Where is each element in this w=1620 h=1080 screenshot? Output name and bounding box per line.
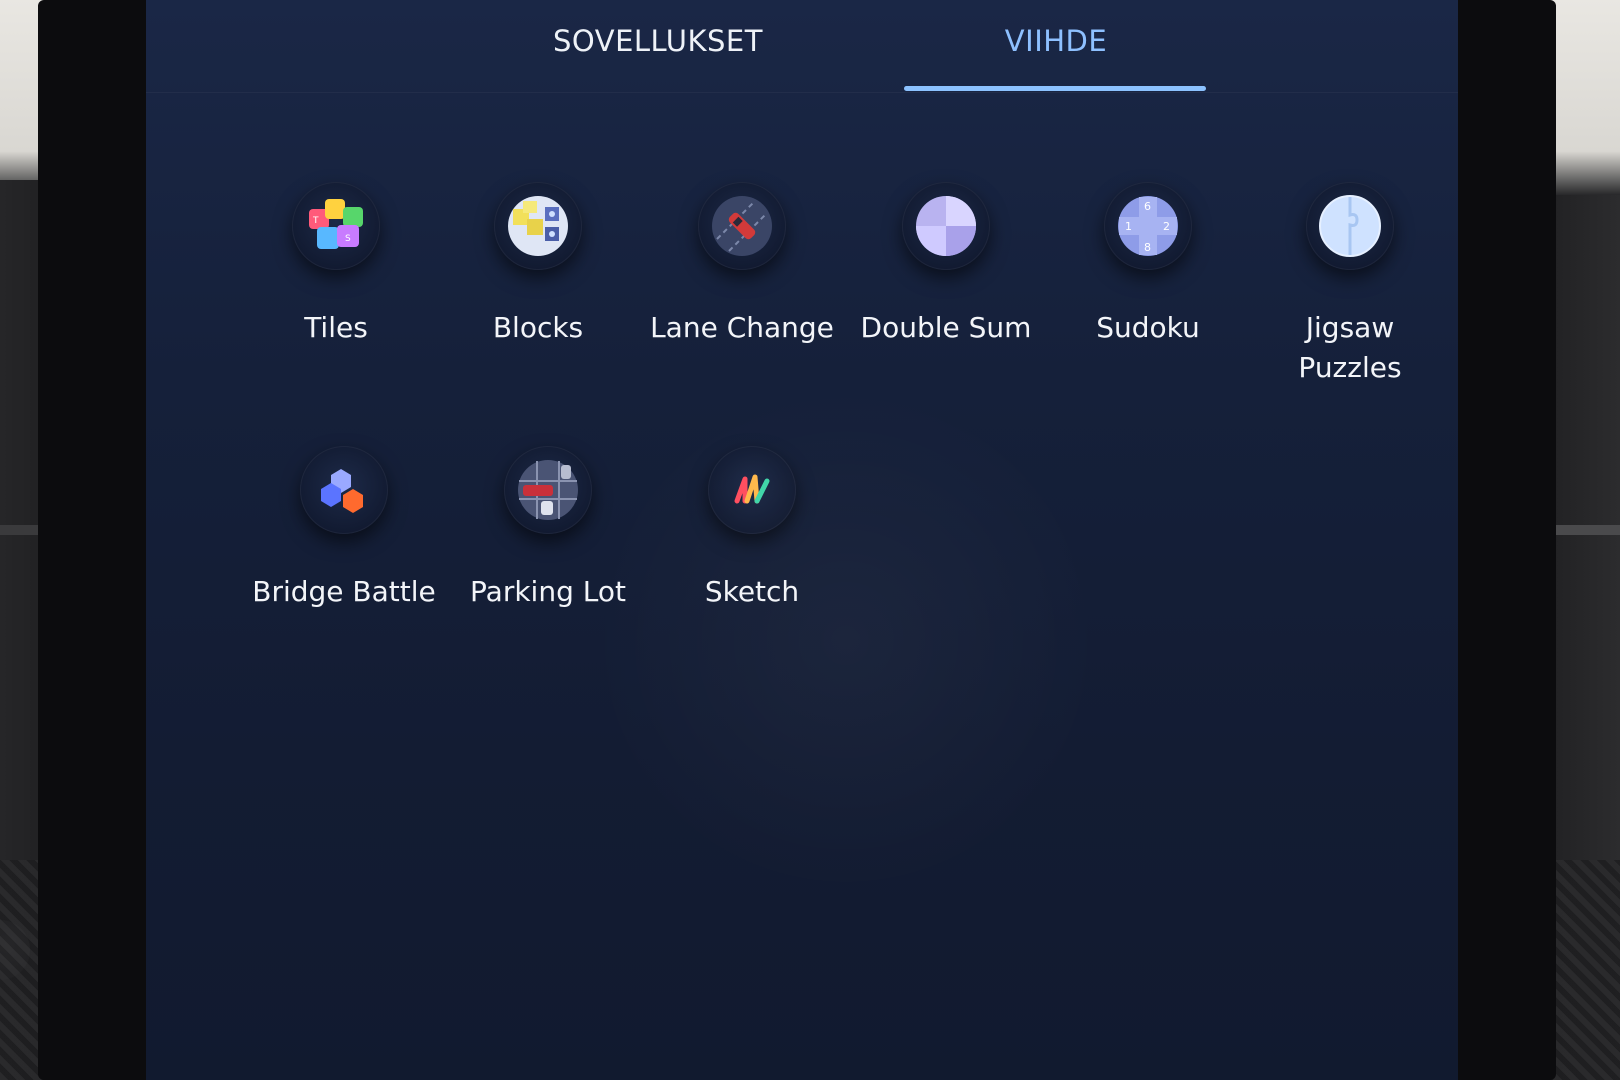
sudoku-digit: 6 [1144, 200, 1151, 213]
app-bridge-battle[interactable]: Bridge Battle [244, 446, 444, 612]
app-label: Tiles [304, 311, 368, 344]
svg-text:T: T [312, 216, 319, 226]
lane-change-icon [698, 182, 786, 270]
app-label: Sketch [704, 575, 800, 608]
app-blocks[interactable]: Blocks [438, 182, 638, 348]
jigsaw-icon [1306, 182, 1394, 270]
sudoku-digit: 8 [1144, 241, 1151, 254]
car-interior: SOVELLUKSET VIIHDE T S Tiles Blocks Lane… [0, 0, 1620, 1080]
app-label: Jigsaw Puzzles [1298, 311, 1402, 384]
app-label: Bridge Battle [252, 575, 436, 608]
tab-bar: SOVELLUKSET VIIHDE [146, 0, 1458, 93]
active-tab-indicator [904, 86, 1206, 91]
app-lane-change[interactable]: Lane Change [642, 182, 842, 348]
app-parking-lot[interactable]: Parking Lot [448, 446, 648, 612]
infotainment-screen: SOVELLUKSET VIIHDE T S Tiles Blocks Lane… [146, 0, 1458, 1080]
app-label: Lane Change [650, 311, 834, 344]
sudoku-digit: 1 [1125, 220, 1132, 233]
app-label: Parking Lot [470, 575, 626, 608]
sudoku-icon: 6 1 2 8 [1104, 182, 1192, 270]
double-sum-icon [902, 182, 990, 270]
app-tiles[interactable]: T S Tiles [236, 182, 436, 348]
tab-entertainment[interactable]: VIIHDE [906, 24, 1206, 68]
svg-text:S: S [345, 234, 351, 244]
bridge-battle-icon [300, 446, 388, 534]
tiles-icon: T S [292, 182, 380, 270]
parking-lot-icon [504, 446, 592, 534]
app-sketch[interactable]: Sketch [652, 446, 852, 612]
screen-bezel: SOVELLUKSET VIIHDE T S Tiles Blocks Lane… [38, 0, 1556, 1080]
app-sudoku[interactable]: 6 1 2 8 Sudoku [1048, 182, 1248, 348]
blocks-icon [494, 182, 582, 270]
app-label: Double Sum [860, 311, 1032, 344]
sketch-icon [708, 446, 796, 534]
app-double-sum[interactable]: Double Sum [846, 182, 1046, 348]
app-jigsaw-puzzles[interactable]: Jigsaw Puzzles [1250, 182, 1450, 388]
sudoku-digit: 2 [1163, 220, 1170, 233]
app-label: Blocks [492, 311, 584, 344]
app-label: Sudoku [1096, 311, 1200, 344]
tab-applications[interactable]: SOVELLUKSET [518, 24, 798, 68]
